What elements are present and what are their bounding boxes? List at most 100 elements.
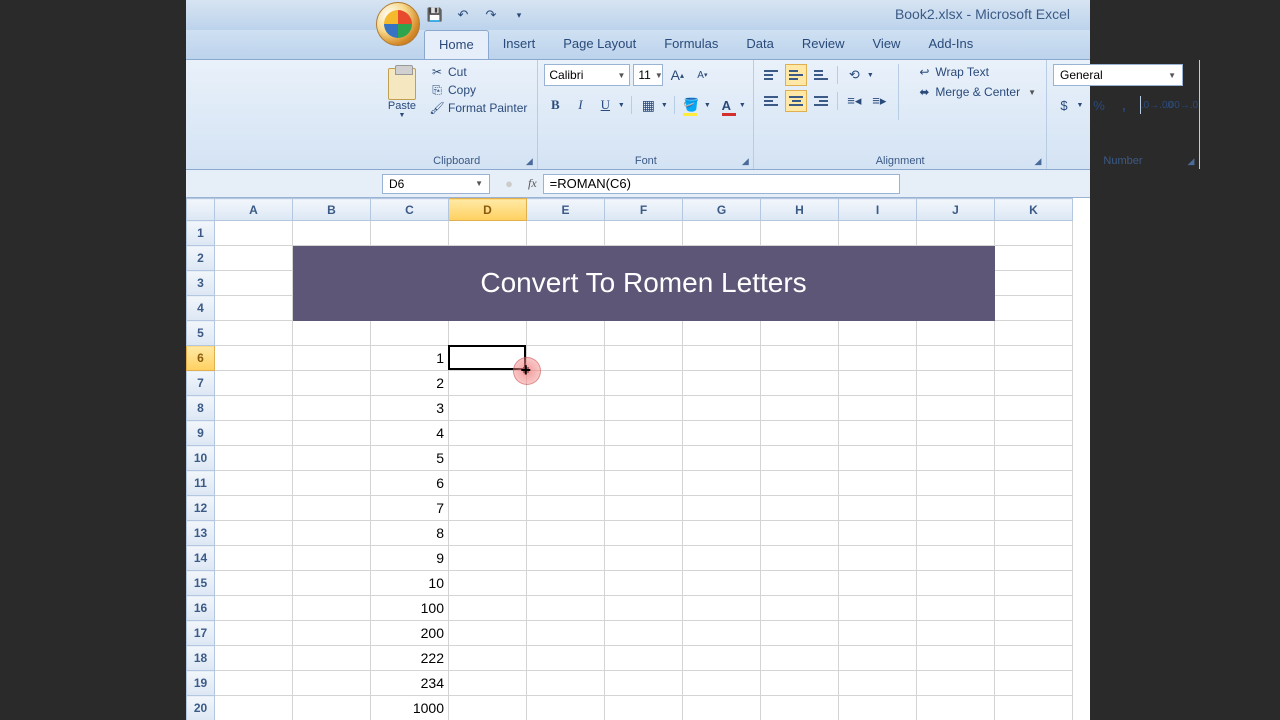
save-icon[interactable]: 💾	[424, 4, 446, 26]
cell-C20[interactable]: 1000	[371, 696, 449, 720]
cell-E12[interactable]	[527, 496, 605, 521]
cell-A11[interactable]	[215, 471, 293, 496]
cell-G6[interactable]	[683, 346, 761, 371]
col-header-D[interactable]: D	[449, 199, 527, 221]
cell-K5[interactable]	[995, 321, 1073, 346]
col-header-B[interactable]: B	[293, 199, 371, 221]
cell-D11[interactable]	[449, 471, 527, 496]
cell-I9[interactable]	[839, 421, 917, 446]
cell-C1[interactable]	[371, 221, 449, 246]
col-header-H[interactable]: H	[761, 199, 839, 221]
col-header-J[interactable]: J	[917, 199, 995, 221]
align-top-icon[interactable]	[760, 64, 782, 86]
cell-C7[interactable]: 2	[371, 371, 449, 396]
col-header-C[interactable]: C	[371, 199, 449, 221]
cell-F14[interactable]	[605, 546, 683, 571]
increase-font-icon[interactable]: A▴	[666, 64, 688, 86]
cell-H9[interactable]	[761, 421, 839, 446]
orientation-icon[interactable]: ⟲	[843, 64, 865, 86]
cell-C16[interactable]: 100	[371, 596, 449, 621]
cell-G18[interactable]	[683, 646, 761, 671]
cell-I11[interactable]	[839, 471, 917, 496]
cell-A14[interactable]	[215, 546, 293, 571]
cell-K16[interactable]	[995, 596, 1073, 621]
cell-J17[interactable]	[917, 621, 995, 646]
cell-A12[interactable]	[215, 496, 293, 521]
col-header-G[interactable]: G	[683, 199, 761, 221]
tab-page-layout[interactable]: Page Layout	[549, 30, 650, 59]
cell-G19[interactable]	[683, 671, 761, 696]
cell-D10[interactable]	[449, 446, 527, 471]
cell-E20[interactable]	[527, 696, 605, 720]
cell-A2[interactable]	[215, 246, 293, 271]
cell-F17[interactable]	[605, 621, 683, 646]
bold-button[interactable]: B	[544, 94, 566, 116]
undo-icon[interactable]: ↶	[452, 4, 474, 26]
cell-A20[interactable]	[215, 696, 293, 720]
cell-G11[interactable]	[683, 471, 761, 496]
row-header-7[interactable]: 7	[187, 371, 215, 396]
cell-E1[interactable]	[527, 221, 605, 246]
cell-C19[interactable]: 234	[371, 671, 449, 696]
cell-I13[interactable]	[839, 521, 917, 546]
cell-H20[interactable]	[761, 696, 839, 720]
cell-J8[interactable]	[917, 396, 995, 421]
paste-button[interactable]: Paste ▼	[382, 64, 422, 119]
cell-I6[interactable]	[839, 346, 917, 371]
cell-G16[interactable]	[683, 596, 761, 621]
cell-E6[interactable]	[527, 346, 605, 371]
cell-K4[interactable]	[995, 296, 1073, 321]
decrease-decimal-icon[interactable]: .00→.0	[1171, 94, 1193, 116]
cell-J5[interactable]	[917, 321, 995, 346]
cell-B16[interactable]	[293, 596, 371, 621]
cell-A17[interactable]	[215, 621, 293, 646]
row-header-11[interactable]: 11	[187, 471, 215, 496]
decrease-font-icon[interactable]: A▾	[691, 64, 713, 86]
cell-H13[interactable]	[761, 521, 839, 546]
cell-D12[interactable]	[449, 496, 527, 521]
tab-view[interactable]: View	[859, 30, 915, 59]
cell-K13[interactable]	[995, 521, 1073, 546]
cell-B1[interactable]	[293, 221, 371, 246]
cell-B17[interactable]	[293, 621, 371, 646]
col-header-I[interactable]: I	[839, 199, 917, 221]
cell-K6[interactable]	[995, 346, 1073, 371]
number-launcher-icon[interactable]: ◢	[1185, 155, 1197, 167]
cell-K8[interactable]	[995, 396, 1073, 421]
redo-icon[interactable]: ↷	[480, 4, 502, 26]
cell-A4[interactable]	[215, 296, 293, 321]
alignment-launcher-icon[interactable]: ◢	[1032, 155, 1044, 167]
row-header-4[interactable]: 4	[187, 296, 215, 321]
cell-A15[interactable]	[215, 571, 293, 596]
cell-A5[interactable]	[215, 321, 293, 346]
cell-D17[interactable]	[449, 621, 527, 646]
row-header-14[interactable]: 14	[187, 546, 215, 571]
cell-E17[interactable]	[527, 621, 605, 646]
cell-J7[interactable]	[917, 371, 995, 396]
cell-B7[interactable]	[293, 371, 371, 396]
align-center-icon[interactable]	[785, 90, 807, 112]
cell-K10[interactable]	[995, 446, 1073, 471]
cell-D7[interactable]	[449, 371, 527, 396]
font-size-combo[interactable]: 11▼	[633, 64, 663, 86]
row-header-17[interactable]: 17	[187, 621, 215, 646]
formula-input[interactable]: =ROMAN(C6)	[543, 174, 900, 194]
align-middle-icon[interactable]	[785, 64, 807, 86]
row-header-1[interactable]: 1	[187, 221, 215, 246]
cell-A9[interactable]	[215, 421, 293, 446]
cell-K2[interactable]	[995, 246, 1073, 271]
cell-H1[interactable]	[761, 221, 839, 246]
cell-C12[interactable]: 7	[371, 496, 449, 521]
cell-E10[interactable]	[527, 446, 605, 471]
wrap-text-button[interactable]: ↩Wrap Text	[913, 64, 1040, 80]
cell-E15[interactable]	[527, 571, 605, 596]
cell-D8[interactable]	[449, 396, 527, 421]
cell-E19[interactable]	[527, 671, 605, 696]
cell-G9[interactable]	[683, 421, 761, 446]
cell-F8[interactable]	[605, 396, 683, 421]
row-header-19[interactable]: 19	[187, 671, 215, 696]
cell-H12[interactable]	[761, 496, 839, 521]
cell-B14[interactable]	[293, 546, 371, 571]
cell-F7[interactable]	[605, 371, 683, 396]
cell-I1[interactable]	[839, 221, 917, 246]
